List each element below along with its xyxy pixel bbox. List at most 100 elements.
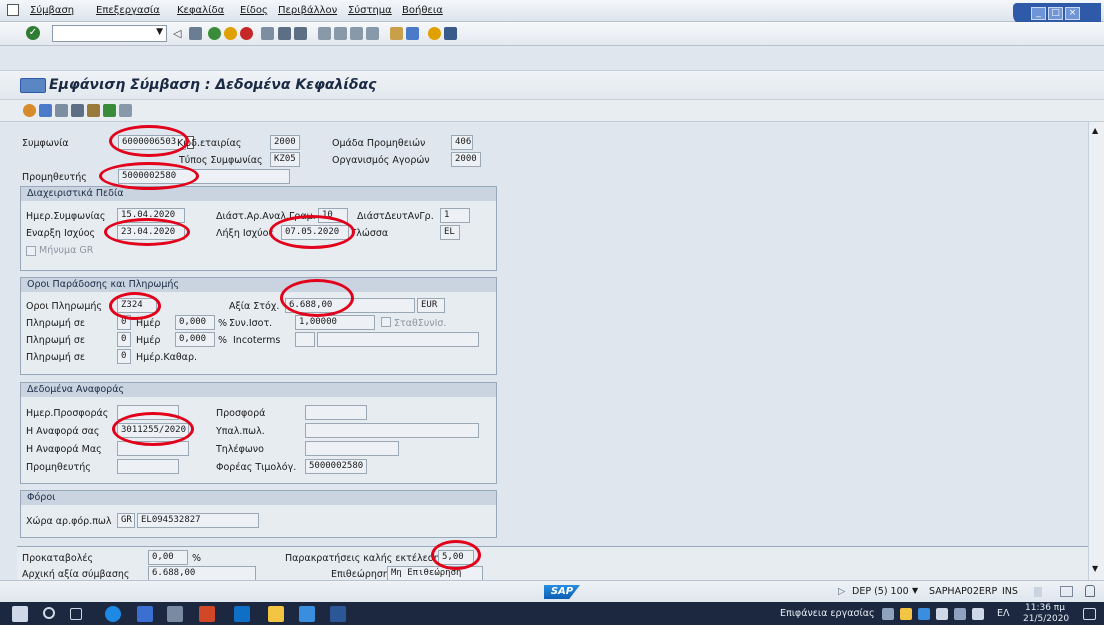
- pay-in-pct-field[interactable]: 0,000: [175, 332, 215, 347]
- target-value-field[interactable]: 6.688,00: [285, 298, 415, 313]
- release-icon[interactable]: [103, 104, 116, 117]
- exit-icon[interactable]: [224, 27, 237, 40]
- supplier-field[interactable]: [117, 459, 179, 474]
- salesperson-field[interactable]: [305, 423, 479, 438]
- item-interval-field[interactable]: 10: [318, 208, 348, 223]
- play-icon[interactable]: ▷: [838, 586, 845, 597]
- menu-icon[interactable]: [7, 4, 19, 16]
- find-next-icon[interactable]: [294, 27, 307, 40]
- sub-interval-field[interactable]: 1: [440, 208, 470, 223]
- next-page-icon[interactable]: [350, 27, 363, 40]
- company-code-field[interactable]: 2000: [270, 135, 300, 150]
- net-days-field[interactable]: 0: [117, 349, 131, 364]
- clock-time[interactable]: 11:36 πμ: [1025, 603, 1065, 613]
- tray-icon[interactable]: [954, 608, 966, 620]
- menu-item-edit[interactable]: Επεξεργασία: [96, 5, 160, 16]
- menu-item-environment[interactable]: Περιβάλλον: [278, 5, 337, 16]
- network-icon[interactable]: [936, 608, 948, 620]
- purchasing-org-field[interactable]: 2000: [451, 152, 481, 167]
- maximize-icon[interactable]: □: [1048, 7, 1063, 20]
- notification-icon[interactable]: [1083, 608, 1096, 620]
- outlook-icon[interactable]: [234, 606, 250, 622]
- app-icon[interactable]: [299, 606, 315, 622]
- layout-icon[interactable]: [1060, 586, 1073, 597]
- scroll-up-icon[interactable]: ▲: [1092, 126, 1098, 135]
- incoterms-code-field[interactable]: [295, 332, 315, 347]
- new-session-icon[interactable]: [390, 27, 403, 40]
- tray-icon[interactable]: [882, 608, 894, 620]
- review-field[interactable]: Μη Επιθεώρηση: [387, 566, 483, 581]
- back-arrow-icon[interactable]: ◁: [173, 27, 186, 40]
- edit-icon[interactable]: [55, 104, 68, 117]
- language-field[interactable]: EL: [440, 225, 460, 240]
- agreement-date-field[interactable]: 15.04.2020: [117, 208, 185, 223]
- shortcut-icon[interactable]: [406, 27, 419, 40]
- menu-item-header[interactable]: Κεφαλίδα: [177, 5, 224, 16]
- chevron-down-icon[interactable]: ▼: [912, 586, 918, 595]
- pay-in-pct-field[interactable]: 0,000: [175, 315, 215, 330]
- payment-terms-field[interactable]: Z324: [117, 298, 157, 313]
- retention-field[interactable]: 5,00: [438, 550, 474, 565]
- lock-icon[interactable]: [1085, 585, 1095, 597]
- language-indicator[interactable]: ΕΛ: [997, 608, 1010, 619]
- down-payment-field[interactable]: 0,00: [148, 550, 188, 565]
- exchange-rate-field[interactable]: 1,00000: [295, 315, 375, 330]
- find-icon[interactable]: [278, 27, 291, 40]
- volume-icon[interactable]: [972, 608, 984, 620]
- purchasing-group-field[interactable]: 406: [451, 135, 473, 150]
- partners-icon[interactable]: [39, 104, 52, 117]
- menu-item-system[interactable]: Σύστημα: [348, 5, 392, 16]
- texts-icon[interactable]: [71, 104, 84, 117]
- conditions-icon[interactable]: [87, 104, 100, 117]
- pay-in-days-field[interactable]: 0: [117, 315, 131, 330]
- valid-from-field[interactable]: 23.04.2020: [117, 225, 185, 240]
- quotation-date-field[interactable]: [117, 405, 179, 420]
- currency-field[interactable]: EUR: [417, 298, 445, 313]
- desktop-label[interactable]: Επιφάνεια εργασίας: [780, 608, 875, 619]
- first-page-icon[interactable]: [318, 27, 331, 40]
- vat-number-field[interactable]: EL094532827: [137, 513, 259, 528]
- menu-item-contract[interactable]: Σύμβαση: [30, 5, 74, 16]
- tray-icon[interactable]: [918, 608, 930, 620]
- invoicing-party-field[interactable]: 5000002580: [305, 459, 367, 474]
- edge-icon[interactable]: [105, 606, 121, 622]
- app-icon[interactable]: [167, 606, 183, 622]
- vat-country-field[interactable]: GR: [117, 513, 135, 528]
- search-icon[interactable]: [43, 607, 55, 619]
- clock-date[interactable]: 21/5/2020: [1023, 614, 1069, 624]
- prev-page-icon[interactable]: [334, 27, 347, 40]
- print-icon[interactable]: [261, 27, 274, 40]
- agreement-field[interactable]: 6000006503: [118, 135, 186, 150]
- enter-check-icon[interactable]: ✓: [26, 26, 40, 40]
- vertical-scrollbar[interactable]: ▲ ▼: [1088, 122, 1104, 580]
- vendor-icon[interactable]: [23, 104, 36, 117]
- document-icon[interactable]: [119, 104, 132, 117]
- fixed-rate-checkbox[interactable]: [381, 317, 391, 327]
- input-mode[interactable]: INS: [1002, 586, 1018, 597]
- our-reference-field[interactable]: [117, 441, 189, 456]
- scroll-down-icon[interactable]: ▼: [1092, 564, 1098, 573]
- incoterms-text-field[interactable]: [317, 332, 479, 347]
- vendor-field[interactable]: 5000002580: [118, 169, 290, 184]
- menu-item-item[interactable]: Είδος: [240, 5, 268, 16]
- your-reference-field[interactable]: 3011255/2020: [117, 423, 189, 438]
- layout-icon[interactable]: [444, 27, 457, 40]
- pay-in-days-field[interactable]: 0: [117, 332, 131, 347]
- chevron-down-icon[interactable]: ▼: [156, 27, 163, 37]
- save-icon[interactable]: [189, 27, 202, 40]
- star-icon[interactable]: [900, 608, 912, 620]
- help-icon[interactable]: [428, 27, 441, 40]
- folder-icon[interactable]: [268, 606, 284, 622]
- start-icon[interactable]: [12, 606, 28, 622]
- word-icon[interactable]: [330, 606, 346, 622]
- last-page-icon[interactable]: [366, 27, 379, 40]
- powerpoint-icon[interactable]: [199, 606, 215, 622]
- quotation-field[interactable]: [305, 405, 367, 420]
- task-view-icon[interactable]: [70, 608, 82, 620]
- command-field[interactable]: ▼: [52, 25, 167, 42]
- menu-item-help[interactable]: Βοήθεια: [402, 5, 443, 16]
- app-icon[interactable]: [137, 606, 153, 622]
- system-info[interactable]: DEP (5) 100: [852, 586, 909, 597]
- valid-to-field[interactable]: 07.05.2020: [281, 225, 349, 240]
- minimize-icon[interactable]: _: [1031, 7, 1046, 20]
